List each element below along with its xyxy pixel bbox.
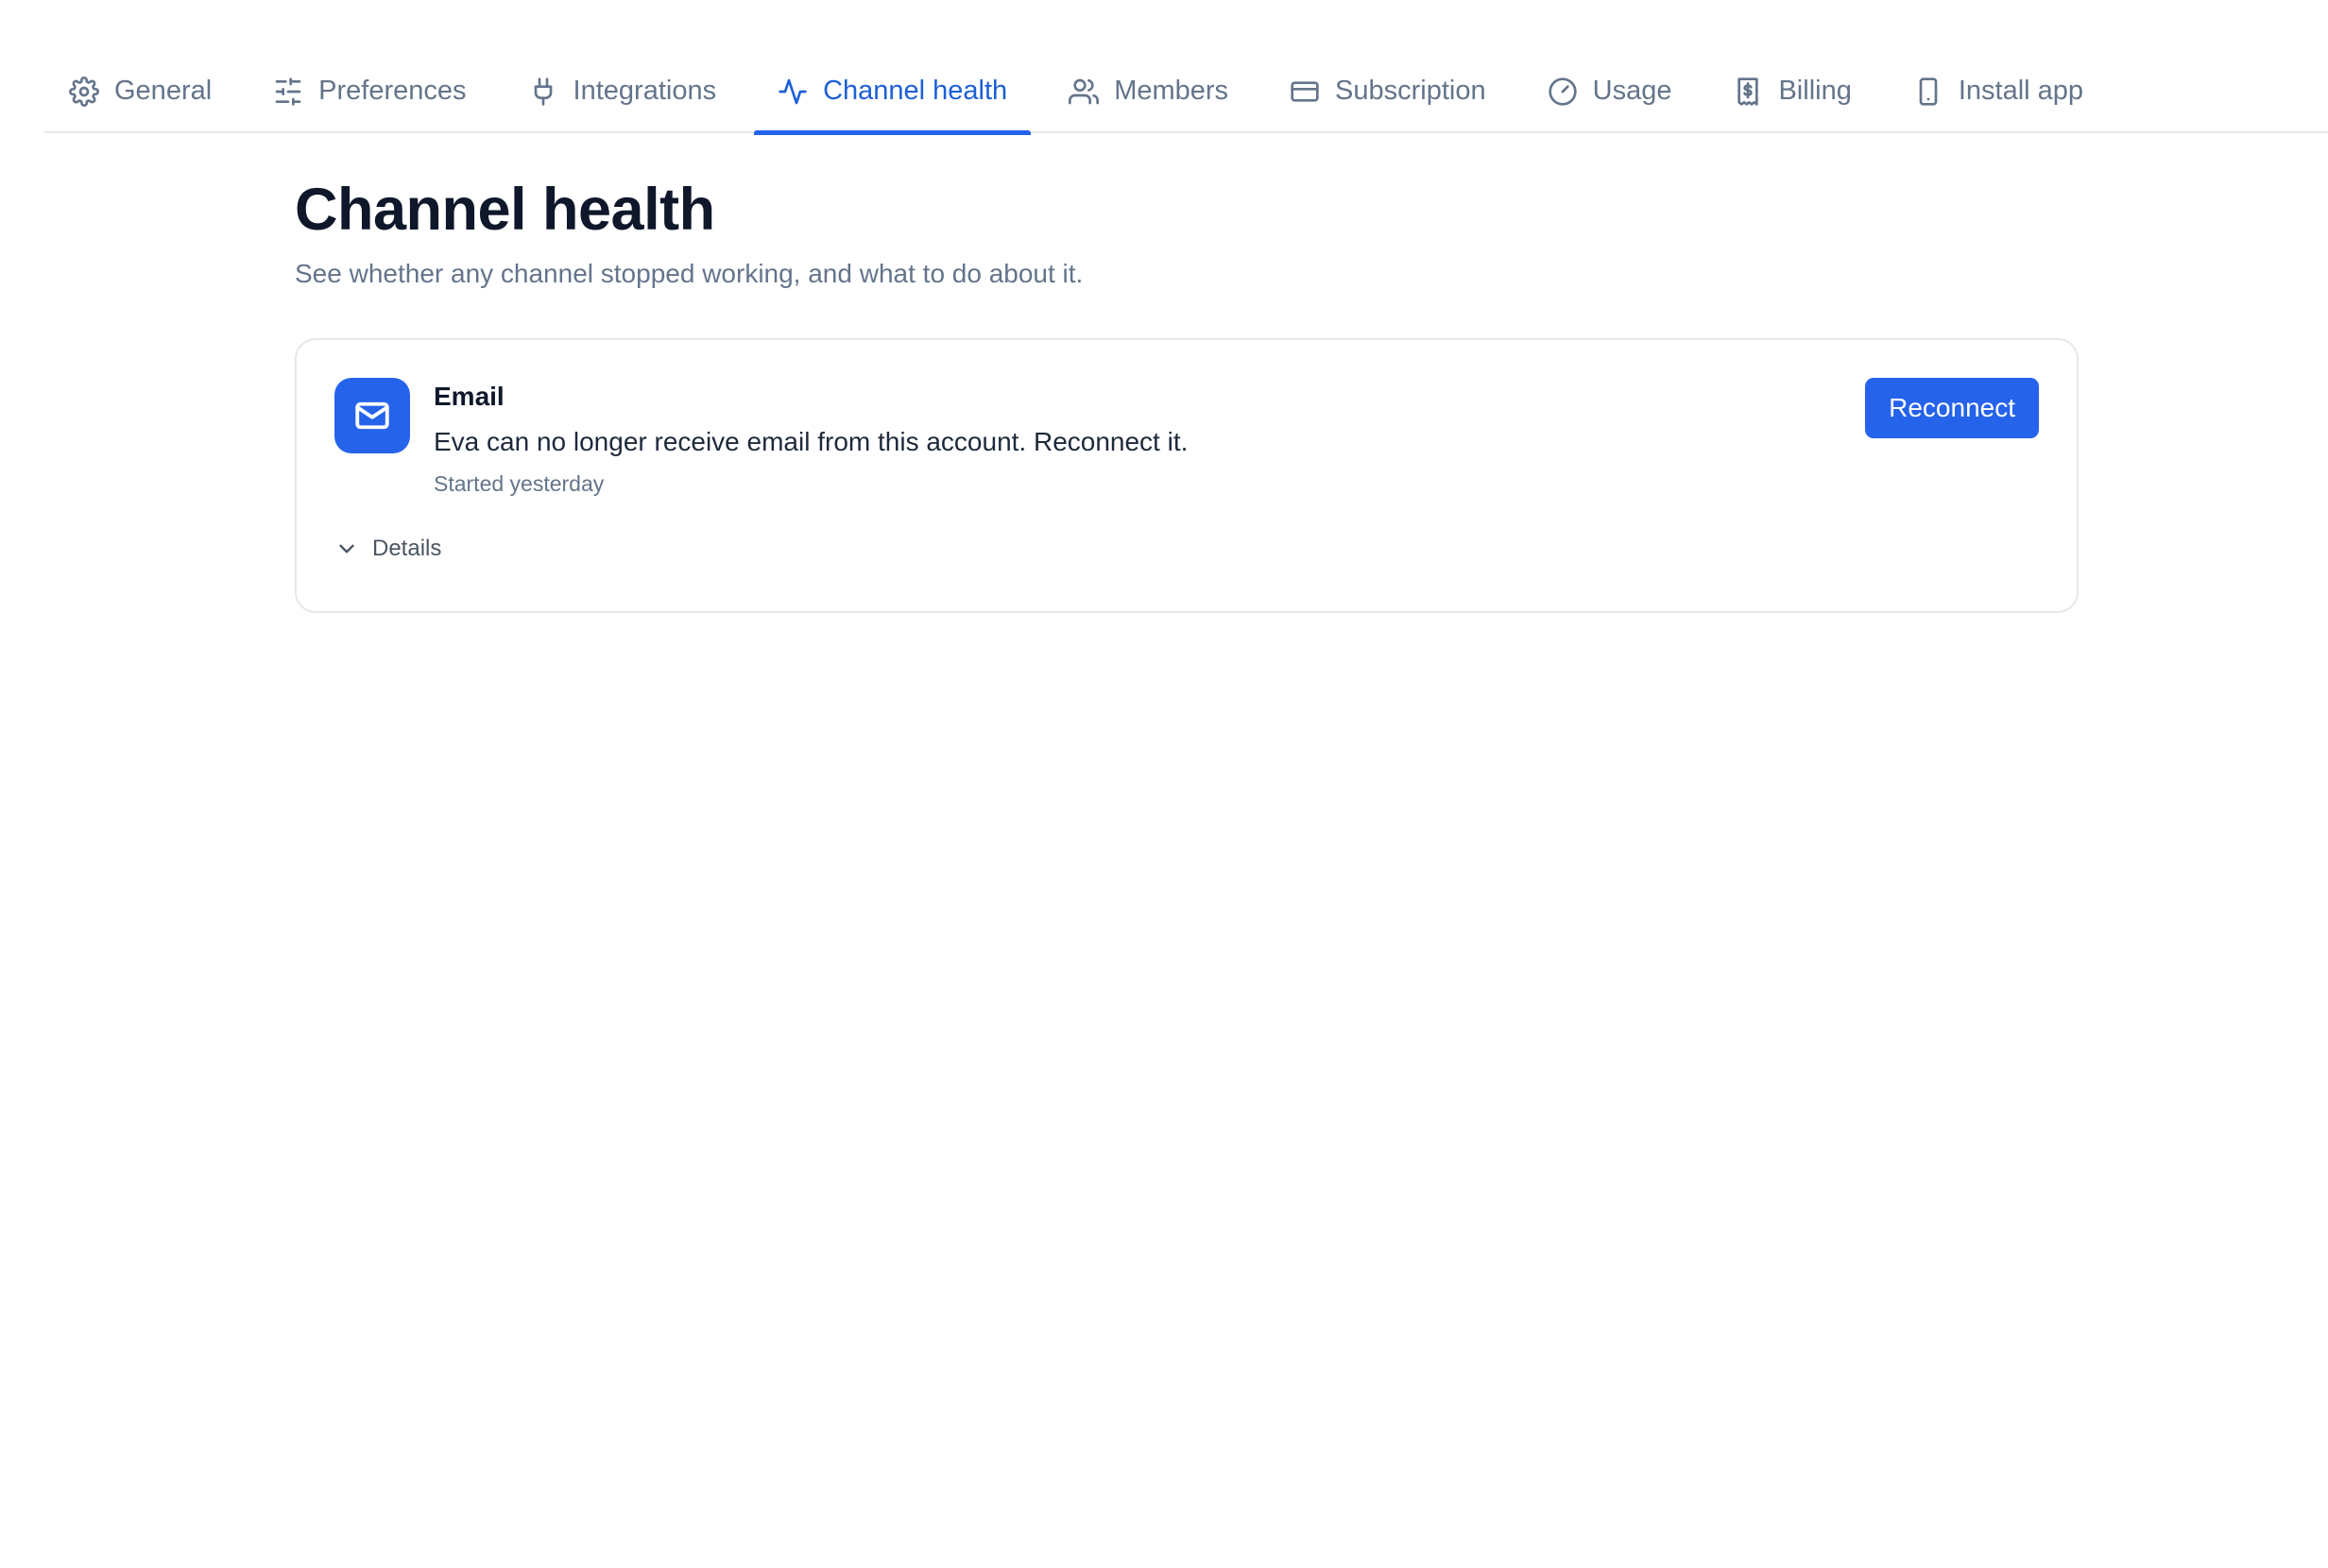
activity-icon — [778, 77, 808, 107]
channel-status-since: Started yesterday — [434, 471, 605, 496]
tab-label: Usage — [1592, 76, 1672, 106]
smartphone-icon — [1913, 77, 1943, 107]
channel-name: Email — [434, 382, 505, 411]
tab-install-app[interactable]: Install app — [1890, 49, 2107, 133]
details-toggle[interactable]: Details — [334, 536, 441, 562]
tab-label: Integrations — [573, 76, 717, 106]
tab-label: Subscription — [1335, 76, 1486, 106]
gear-icon — [69, 76, 99, 107]
receipt-dollar-icon — [1733, 77, 1763, 107]
tab-billing[interactable]: Billing — [1709, 49, 1874, 133]
chevron-down-icon — [334, 537, 359, 561]
tab-members[interactable]: Members — [1045, 49, 1252, 133]
page-subtitle: See whether any channel stopped working,… — [295, 259, 1084, 288]
tab-preferences[interactable]: Preferences — [249, 49, 489, 133]
tab-channel-health[interactable]: Channel health — [754, 49, 1032, 135]
credit-card-icon — [1290, 77, 1320, 107]
tab-label: Install app — [1958, 76, 2084, 106]
channel-status-message: Eva can no longer receive email from thi… — [434, 427, 1189, 456]
tab-label: Billing — [1778, 76, 1852, 106]
settings-tab-bar: General Preferences Integrations Channel… — [44, 49, 2328, 135]
tab-label: Preferences — [318, 76, 467, 106]
tab-subscription[interactable]: Subscription — [1266, 49, 1510, 133]
page-title: Channel health — [295, 177, 715, 243]
gauge-icon — [1548, 77, 1578, 107]
tab-integrations[interactable]: Integrations — [505, 49, 741, 133]
sliders-icon — [273, 77, 303, 107]
tab-label: Members — [1114, 76, 1229, 106]
tab-usage[interactable]: Usage — [1524, 49, 1696, 133]
tab-list: General Preferences Integrations Channel… — [44, 49, 2121, 135]
details-label: Details — [372, 536, 442, 561]
channel-card-email: Email Eva can no longer receive email fr… — [295, 338, 2079, 613]
reconnect-button[interactable]: Reconnect — [1865, 378, 2039, 438]
mail-icon — [334, 378, 410, 453]
plug-icon — [528, 77, 558, 107]
tab-label: Channel health — [823, 76, 1008, 106]
tab-general[interactable]: General — [0, 49, 235, 133]
tab-label: General — [114, 76, 213, 106]
users-icon — [1069, 77, 1100, 107]
